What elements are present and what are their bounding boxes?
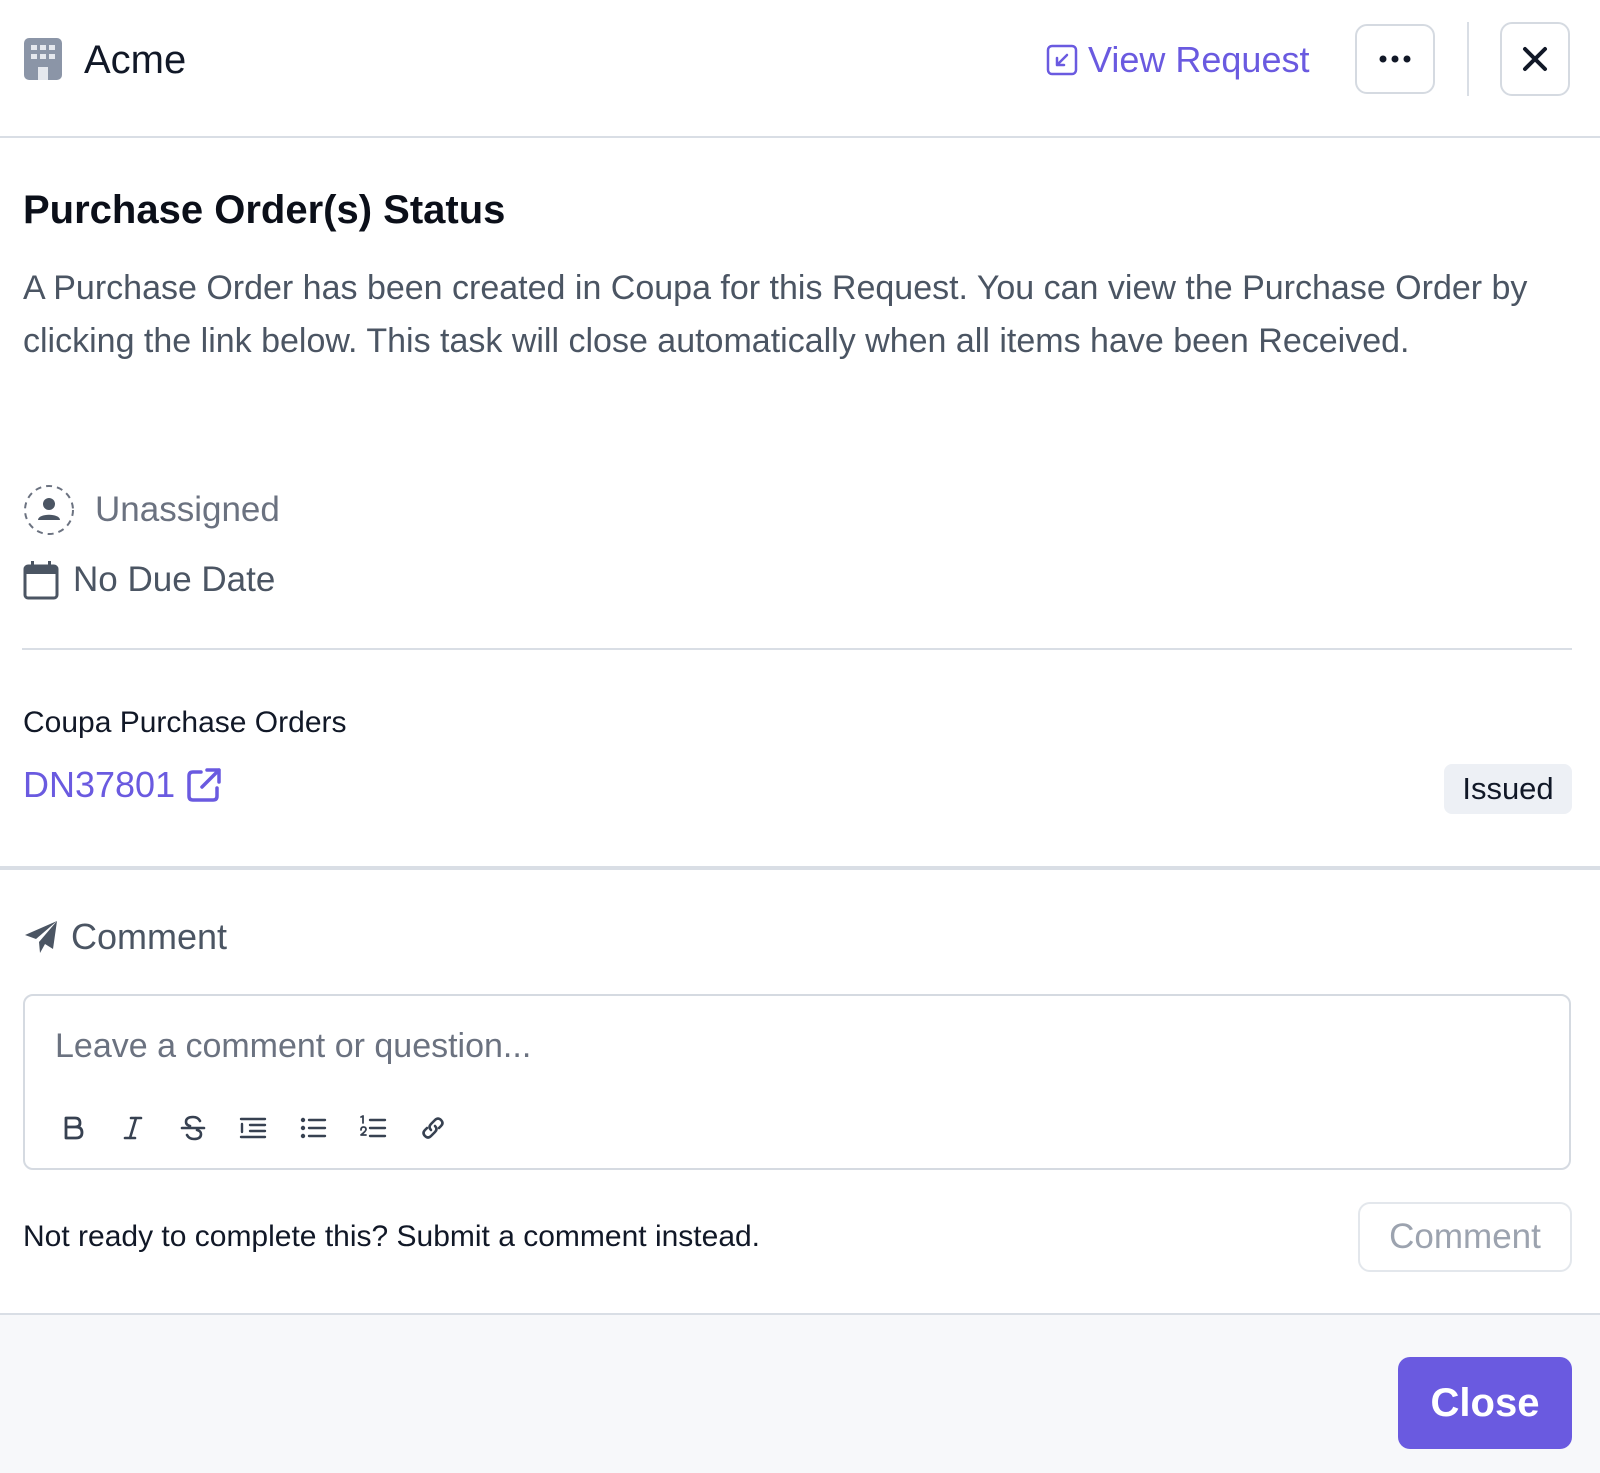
- assignee-selector[interactable]: Unassigned: [23, 484, 280, 536]
- unassigned-user-icon: [24, 485, 74, 535]
- ellipsis-icon: [1379, 55, 1411, 63]
- calendar-icon: [23, 561, 59, 600]
- strikethrough-button[interactable]: [171, 1108, 215, 1148]
- strikethrough-icon: [180, 1115, 206, 1141]
- submit-comment-button[interactable]: Comment: [1358, 1202, 1572, 1272]
- assignee-label: Unassigned: [95, 490, 280, 529]
- task-description: A Purchase Order has been created in Cou…: [23, 269, 1528, 360]
- close-button[interactable]: Close: [1398, 1357, 1572, 1449]
- bold-button[interactable]: [51, 1108, 95, 1148]
- comment-heading: Comment: [23, 916, 227, 958]
- close-panel-button[interactable]: [1500, 22, 1570, 96]
- close-icon: [1523, 47, 1547, 71]
- formatting-toolbar: [51, 1108, 471, 1148]
- status-badge: Issued: [1444, 764, 1572, 814]
- arrow-in-box-icon: [1046, 44, 1078, 76]
- comment-editor: [23, 994, 1571, 1170]
- comment-input[interactable]: [55, 1016, 1535, 1076]
- link-button[interactable]: [411, 1108, 455, 1148]
- comment-heading-label: Comment: [71, 916, 228, 957]
- comment-hint: Not ready to complete this? Submit a com…: [23, 1220, 761, 1253]
- italic-button[interactable]: [111, 1108, 155, 1148]
- more-options-button[interactable]: [1355, 24, 1435, 94]
- panel-footer: Close: [0, 1313, 1600, 1473]
- header-divider: [1467, 22, 1469, 96]
- link-icon: [422, 1117, 444, 1139]
- purchase-orders-heading: Coupa Purchase Orders: [23, 706, 347, 739]
- external-link-icon: [187, 768, 221, 802]
- paper-plane-icon: [25, 921, 57, 953]
- due-date-selector[interactable]: No Due Date: [23, 560, 275, 600]
- numbered-list-icon: [360, 1115, 387, 1138]
- bullet-list-button[interactable]: [291, 1108, 335, 1148]
- view-request-link[interactable]: View Request: [1046, 36, 1309, 84]
- purchase-order-id: DN37801: [23, 764, 176, 805]
- bold-icon: [64, 1116, 84, 1140]
- purchase-order-link[interactable]: DN37801: [23, 764, 223, 806]
- view-request-label: View Request: [1088, 39, 1310, 80]
- panel-header: Acme View Request: [0, 0, 1600, 138]
- italic-icon: [123, 1116, 143, 1140]
- due-date-label: No Due Date: [73, 560, 276, 599]
- indent-icon: [239, 1117, 267, 1139]
- numbered-list-button[interactable]: [351, 1108, 395, 1148]
- building-icon: [24, 38, 62, 80]
- task-title: Purchase Order(s) Status: [23, 188, 506, 232]
- indent-button[interactable]: [231, 1108, 275, 1148]
- bullet-list-icon: [300, 1117, 327, 1139]
- section-divider: [22, 648, 1572, 650]
- org-name: Acme: [84, 38, 187, 82]
- section-divider: [0, 866, 1600, 870]
